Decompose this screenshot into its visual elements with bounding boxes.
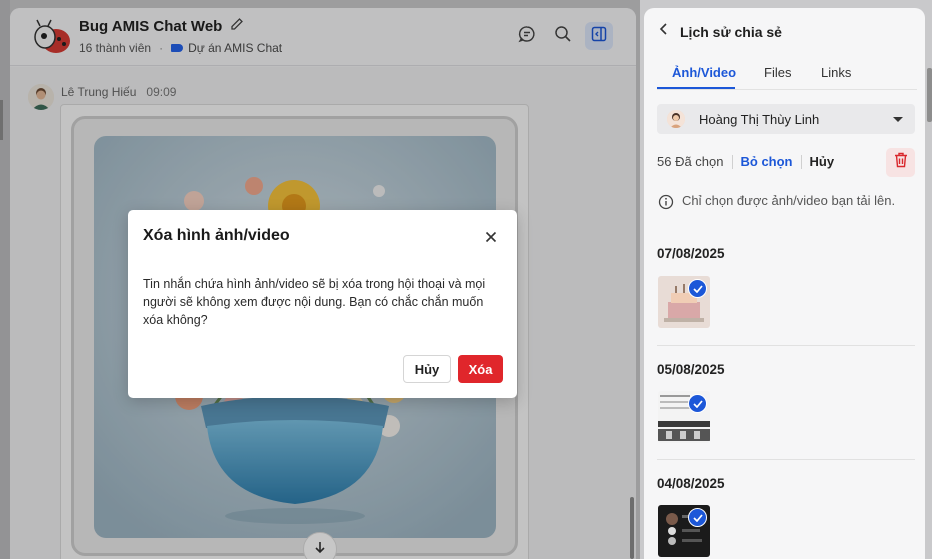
media-thumbnail[interactable] [658,391,710,443]
date-heading: 05/08/2025 [657,362,725,377]
deselect-button[interactable]: Bỏ chọn [741,154,793,169]
user-avatar [667,110,685,128]
active-tab-indicator [657,87,735,89]
check-icon[interactable] [688,394,707,413]
media-thumbnail[interactable] [658,276,710,328]
cancel-button[interactable]: Hủy [403,355,451,383]
back-arrow-icon[interactable] [658,22,670,41]
date-heading: 07/08/2025 [657,246,725,261]
separator [731,154,733,169]
group-divider [657,459,915,460]
cancel-selection-button[interactable]: Hủy [810,154,835,169]
check-icon[interactable] [688,508,707,527]
close-icon[interactable] [482,228,500,246]
panel-title: Lịch sử chia sẻ [680,23,782,40]
tab-photos-videos[interactable]: Ảnh/Video [672,65,736,80]
tab-files[interactable]: Files [764,65,791,80]
selected-count: 56 Đã chọn [657,154,724,169]
dialog-message: Tin nhắn chứa hình ảnh/video sẽ bị xóa t… [143,277,486,327]
group-divider [657,345,915,346]
media-thumbnail[interactable] [658,505,710,557]
info-note: Chỉ chọn được ảnh/video bạn tải lên. [658,191,913,215]
confirm-delete-button[interactable]: Xóa [458,355,503,383]
info-icon [658,194,674,215]
media-tabs: Ảnh/Video Files Links [657,62,917,90]
check-icon[interactable] [688,279,707,298]
date-heading: 04/08/2025 [657,476,725,491]
separator [800,154,802,169]
delete-media-dialog: Xóa hình ảnh/video Tin nhắn chứa hình ản… [128,210,517,398]
user-filter-value: Hoàng Thị Thùy Linh [699,111,820,127]
user-filter-select[interactable]: Hoàng Thị Thùy Linh [657,104,915,134]
trash-icon [894,152,908,173]
chevron-down-icon [893,117,903,122]
dialog-title: Xóa hình ảnh/video [143,227,290,244]
panel-scrollbar[interactable] [927,68,932,122]
share-history-panel: Lịch sử chia sẻ Ảnh/Video Files Links Ho… [644,8,925,559]
info-text: Chỉ chọn được ảnh/video bạn tải lên. [682,193,896,208]
selection-toolbar: 56 Đã chọn Bỏ chọn Hủy [657,154,834,169]
tab-links[interactable]: Links [821,65,851,80]
delete-selected-button[interactable] [886,148,915,177]
